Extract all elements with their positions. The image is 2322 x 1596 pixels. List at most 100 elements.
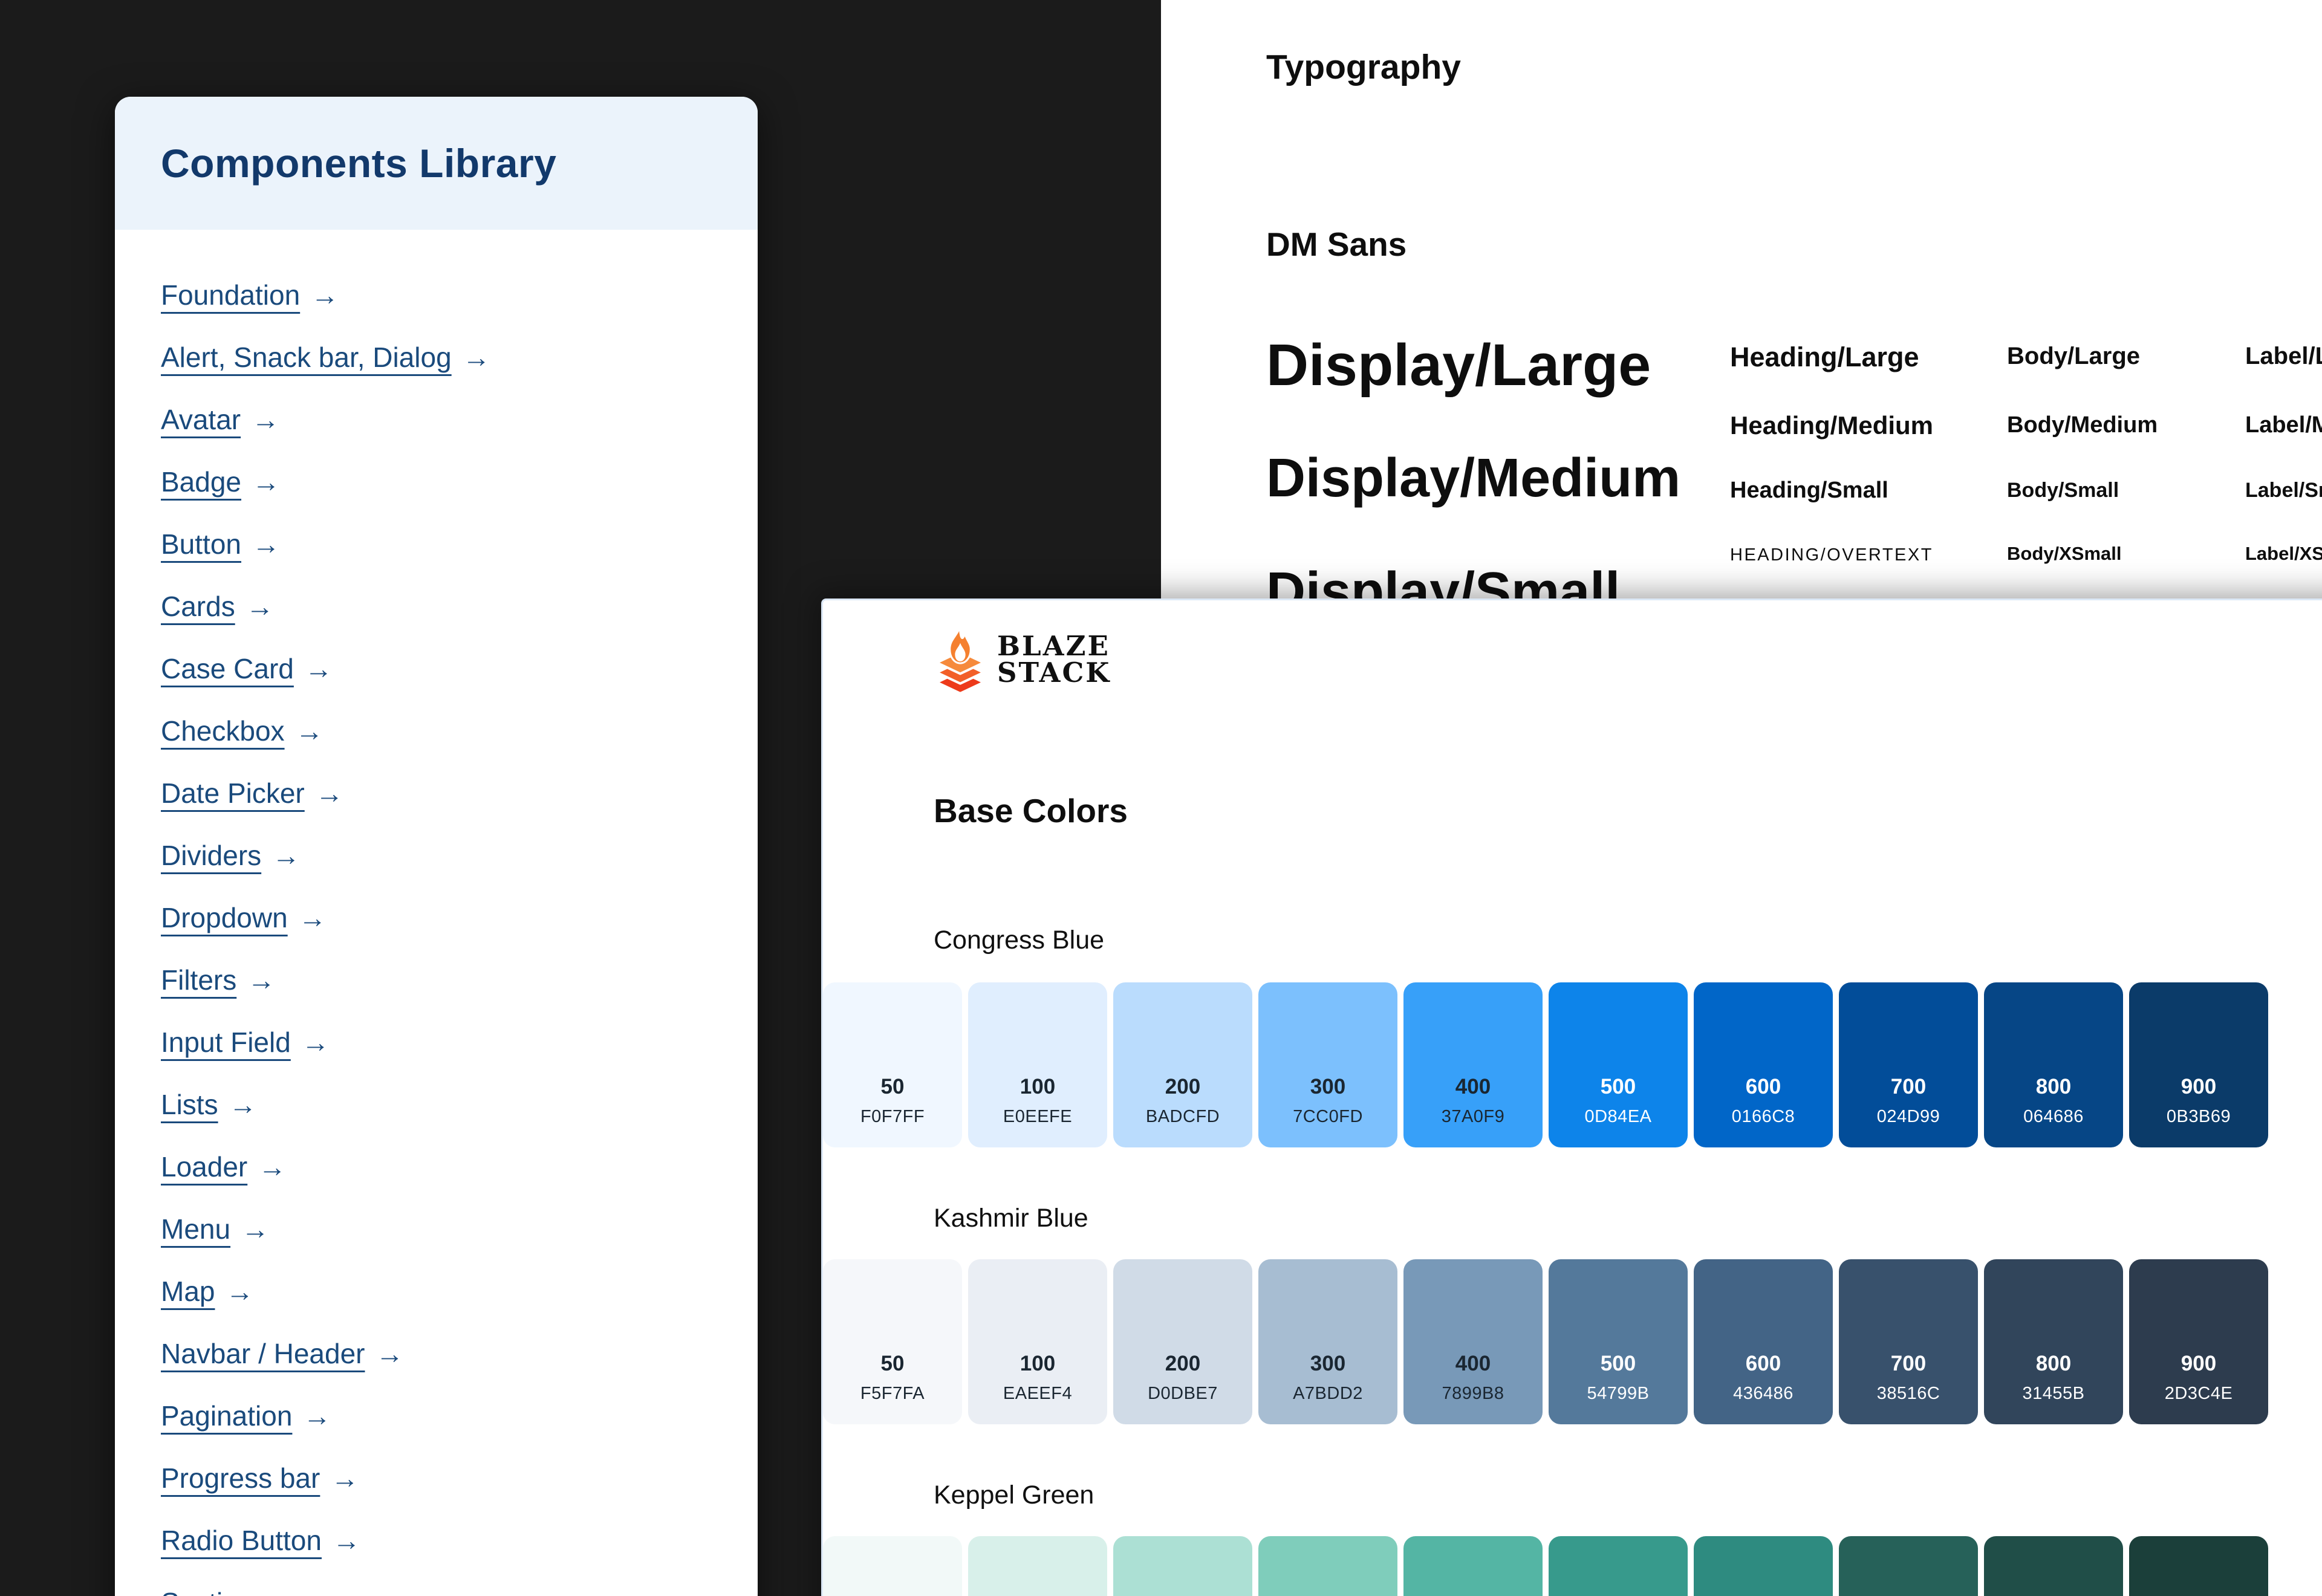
component-link-item: Section → [161, 1586, 758, 1596]
component-link[interactable]: Date Picker [161, 777, 305, 809]
color-swatch [1984, 1536, 2123, 1596]
swatch-step-label: 300 [1310, 1352, 1345, 1376]
type-style-specimen: Heading/Large [1730, 342, 1919, 373]
swatch-step-label: 700 [1891, 1075, 1926, 1099]
arrow-right-icon: → [311, 279, 339, 311]
swatch-step-label: 400 [1455, 1075, 1491, 1099]
component-link-item: Filters→ [161, 963, 758, 997]
component-link[interactable]: Case Card [161, 652, 294, 685]
component-link[interactable]: Button [161, 528, 241, 560]
component-link[interactable]: Badge [161, 465, 241, 498]
blaze-stack-logo: BLAZE STACK [933, 626, 1111, 693]
color-swatch: 100 E0EEFE [968, 982, 1107, 1147]
color-swatch: 600 0166C8 [1694, 982, 1833, 1147]
arrow-right-icon: → [258, 1150, 286, 1183]
component-link[interactable]: Lists [161, 1088, 218, 1121]
component-link[interactable]: Radio Button [161, 1524, 322, 1557]
component-link-item: Navbar / Header → [161, 1337, 758, 1371]
base-colors-panel: BLAZE STACK Base Colors Congress Blue50F… [821, 598, 2322, 1596]
component-link[interactable]: Dropdown [161, 901, 288, 934]
type-style-specimen: Body/Large [2007, 343, 2140, 370]
component-link[interactable]: Dividers [161, 839, 261, 872]
component-link-item: Input Field→ [161, 1025, 758, 1059]
swatch-hex-label: 37A0F9 [1442, 1107, 1505, 1127]
component-link[interactable]: Section [161, 1586, 253, 1596]
component-link[interactable]: Navbar / Header [161, 1337, 365, 1370]
color-swatch: 4007899B8 [1403, 1259, 1543, 1424]
heading-styles-column: Heading/LargeHeading/MediumHeading/Small… [1730, 0, 2044, 665]
arrow-right-icon: → [229, 1088, 257, 1121]
component-link[interactable]: Progress bar [161, 1462, 320, 1494]
component-link[interactable]: Pagination [161, 1400, 292, 1432]
swatch-hex-label: 38516C [1877, 1384, 1940, 1404]
component-link[interactable]: Menu [161, 1213, 230, 1245]
swatch-step-label: 600 [1746, 1075, 1781, 1099]
type-style-specimen: Label/Small [2245, 479, 2322, 502]
color-swatch: 600 436486 [1694, 1259, 1833, 1424]
component-link-item: Lists → [161, 1088, 758, 1121]
color-swatch [1403, 1536, 1543, 1596]
arrow-right-icon: → [252, 465, 280, 498]
component-link-item: Dividers → [161, 839, 758, 872]
component-link[interactable]: Map [161, 1275, 215, 1308]
arrow-right-icon: → [272, 839, 300, 872]
arrow-right-icon: → [296, 715, 324, 747]
swatch-hex-label: 0D84EA [1584, 1107, 1651, 1127]
color-swatch [2129, 1536, 2268, 1596]
arrow-right-icon: → [264, 1586, 292, 1596]
swatch-hex-label: 0166C8 [1732, 1107, 1795, 1127]
swatch-hex-label: EAEEF4 [1003, 1384, 1072, 1404]
arrow-right-icon: → [376, 1337, 404, 1370]
swatch-step-label: 600 [1746, 1352, 1781, 1376]
swatch-step-label: 900 [2181, 1075, 2216, 1099]
swatch-hex-label: 064686 [2023, 1107, 2084, 1127]
palette-swatch-row: 50F0F7FF100E0EEFE200BADCFD3007CC0FD40037… [823, 982, 2286, 1147]
palette-name: Congress Blue [934, 926, 2322, 955]
component-link[interactable]: Checkbox [161, 715, 285, 747]
swatch-hex-label: 2D3C4E [2165, 1384, 2233, 1404]
type-style-specimen: Body/XSmall [2007, 543, 2122, 565]
components-library-title: Components Library [161, 140, 556, 186]
component-link[interactable]: Alert, Snack bar, Dialog [161, 341, 452, 374]
base-colors-title: Base Colors [934, 791, 1128, 830]
component-link[interactable]: Foundation [161, 279, 300, 311]
color-swatch [968, 1536, 1107, 1596]
component-link-item: Button→ [161, 527, 758, 561]
component-link[interactable]: Avatar [161, 403, 241, 436]
component-link-item: Alert, Snack bar, Dialog→ [161, 340, 758, 374]
component-link[interactable]: Loader [161, 1150, 247, 1183]
type-style-specimen: Display/Large [1266, 331, 1651, 399]
arrow-right-icon: → [226, 1275, 253, 1308]
type-style-specimen: Body/Small [2007, 479, 2119, 502]
component-link-item: Pagination→ [161, 1399, 758, 1433]
component-link-item: Menu→ [161, 1212, 758, 1246]
swatch-hex-label: A7BDD2 [1293, 1384, 1363, 1404]
component-link-item: Map → [161, 1274, 758, 1308]
swatch-step-label: 900 [2181, 1352, 2216, 1376]
swatch-step-label: 300 [1310, 1075, 1345, 1099]
color-swatch: 700 38516C [1839, 1259, 1978, 1424]
component-link[interactable]: Filters [161, 964, 236, 996]
swatch-step-label: 100 [1020, 1075, 1055, 1099]
color-swatch: 800 064686 [1984, 982, 2123, 1147]
component-link-item: Date Picker → [161, 776, 758, 810]
type-style-specimen: Label/XSmall [2245, 543, 2322, 565]
swatch-step-label: 500 [1601, 1352, 1636, 1376]
arrow-right-icon: → [316, 777, 343, 809]
swatch-hex-label: 0B3B69 [2167, 1107, 2231, 1127]
color-swatch: 5000D84EA [1549, 982, 1688, 1147]
type-style-specimen: Heading/Small [1730, 478, 1888, 504]
component-link[interactable]: Cards [161, 590, 235, 623]
swatch-hex-label: E0EEFE [1003, 1107, 1072, 1127]
swatch-step-label: 800 [2036, 1075, 2071, 1099]
swatch-step-label: 700 [1891, 1352, 1926, 1376]
color-swatch: 200D0DBE7 [1113, 1259, 1252, 1424]
swatch-hex-label: 436486 [1733, 1384, 1794, 1404]
swatch-step-label: 50 [881, 1075, 905, 1099]
color-swatch: 300 A7BDD2 [1258, 1259, 1397, 1424]
component-link[interactable]: Input Field [161, 1026, 291, 1059]
component-link-item: Dropdown→ [161, 901, 758, 935]
swatch-hex-label: 31455B [2023, 1384, 2085, 1404]
color-swatch: 3007CC0FD [1258, 982, 1397, 1147]
components-library-header: Components Library [115, 97, 758, 230]
